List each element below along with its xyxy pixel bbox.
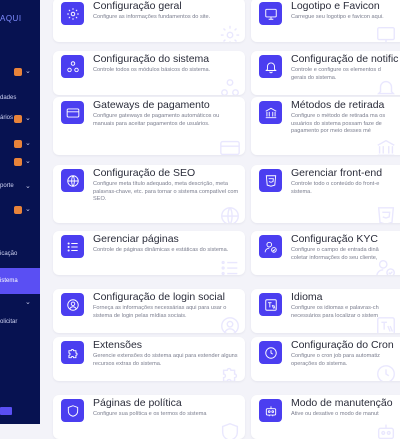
chevron-down-icon[interactable]: ⌄ bbox=[25, 183, 33, 191]
card-description: Ative ou desative o modo de manut bbox=[291, 411, 379, 417]
card-description: Forneça as informações necessárias aqui … bbox=[93, 305, 227, 319]
gear-watermark-icon bbox=[219, 24, 241, 42]
card-title: Configuração de notific bbox=[291, 53, 399, 65]
settings-grid: Configuração geral Configure as informaçõ… bbox=[40, 0, 400, 439]
user-check-watermark-icon bbox=[375, 257, 397, 275]
card-title: Configuração de login social bbox=[93, 291, 225, 303]
monitor-watermark-icon bbox=[375, 24, 397, 42]
user-check-icon bbox=[259, 235, 282, 258]
card-title: Configuração geral bbox=[93, 0, 182, 12]
settings-card-configuracao-de-login-social[interactable]: Configuração de login social Forneça as i… bbox=[53, 289, 245, 333]
settings-card-modo-de-manutencao[interactable]: Modo de manutenção Ative ou desative o mo… bbox=[251, 395, 400, 439]
sidebar-item-label[interactable]: dades bbox=[0, 95, 16, 101]
card-description: Controle todo o conteúdo do front-e sist… bbox=[291, 181, 380, 195]
settings-card-logotipo-e-favicon[interactable]: Logotipo e Favicon Carregue seu logotipo … bbox=[251, 0, 400, 42]
settings-card-metodos-de-retirada[interactable]: Métodos de retirada Configure o método de… bbox=[251, 97, 400, 155]
settings-card-configuracao-de-seo[interactable]: Configuração de SEO Configure meta título… bbox=[53, 165, 245, 223]
settings-card-idioma[interactable]: Idioma Configure os idiomas e palavras-ch… bbox=[251, 289, 400, 333]
bank-icon bbox=[259, 101, 282, 124]
chevron-down-icon[interactable]: ⌄ bbox=[25, 140, 33, 148]
card-description: Carregue seu logotipo e favicon aqui. bbox=[291, 14, 384, 20]
card-title: Idioma bbox=[291, 291, 323, 303]
user-circle-watermark-icon bbox=[219, 315, 241, 333]
sidebar: AQUI ⌄ dades ários ⌄ ⌄ ⌄ porte ⌄ ⌄ icaçã… bbox=[0, 0, 40, 424]
settings-card-configuracao-kyc[interactable]: Configuração KYC Configure o campo de ent… bbox=[251, 231, 400, 275]
card-title: Gateways de pagamento bbox=[93, 99, 210, 111]
chevron-down-icon[interactable]: ⌄ bbox=[25, 299, 33, 307]
monitor-icon bbox=[259, 2, 282, 25]
card-description: Configure as informações fundamentos do … bbox=[93, 14, 211, 20]
settings-card-configuracao-de-notific[interactable]: Configuração de notific Controle e config… bbox=[251, 51, 400, 95]
settings-card-configuracao-do-cron[interactable]: Configuração do Cron Configure o cron job… bbox=[251, 337, 400, 381]
sidebar-bottom-badge bbox=[0, 407, 12, 415]
translate-watermark-icon bbox=[375, 315, 397, 333]
card-title: Gerenciar páginas bbox=[93, 233, 179, 245]
html5-icon bbox=[259, 169, 282, 192]
card-title: Configuração do Cron bbox=[291, 339, 394, 351]
sidebar-item-label[interactable]: istema bbox=[0, 278, 18, 284]
bell-icon bbox=[259, 55, 282, 78]
settings-card-paginas-de-politica[interactable]: Páginas de política Configure sua polític… bbox=[53, 395, 245, 439]
settings-card-configuracao-do-sistema[interactable]: Configuração do sistema Controle todos os… bbox=[53, 51, 245, 95]
card-title: Extensões bbox=[93, 339, 143, 351]
sidebar-item-label[interactable]: olicitar bbox=[0, 319, 17, 325]
modules-watermark-icon bbox=[219, 77, 241, 95]
chevron-down-icon[interactable]: ⌄ bbox=[25, 68, 33, 76]
card-description: Controle de páginas dinâmicas e estática… bbox=[93, 247, 229, 253]
list-icon bbox=[61, 235, 84, 258]
bank-watermark-icon bbox=[375, 137, 397, 155]
sidebar-item-label[interactable]: icação bbox=[0, 251, 17, 257]
card-title: Páginas de política bbox=[93, 397, 182, 409]
chevron-down-icon[interactable]: ⌄ bbox=[25, 158, 33, 166]
card-description: Configure sua política e os termos do si… bbox=[93, 411, 207, 417]
robot-icon bbox=[259, 399, 282, 422]
puzzle-watermark-icon bbox=[219, 363, 241, 381]
credit-card-icon bbox=[61, 101, 84, 124]
card-title: Logotipo e Favicon bbox=[291, 0, 380, 12]
clock-watermark-icon bbox=[375, 363, 397, 381]
card-description: Controle todos os módulos básicos do sis… bbox=[93, 67, 211, 73]
shield-icon bbox=[61, 399, 84, 422]
card-description: Configure meta título adequado, meta des… bbox=[93, 181, 239, 203]
sidebar-item-label[interactable]: porte bbox=[0, 183, 14, 189]
user-circle-icon bbox=[61, 293, 84, 316]
modules-icon bbox=[61, 55, 84, 78]
card-description: Configure gateways de pagamento automáti… bbox=[93, 113, 220, 127]
sidebar-badge bbox=[14, 206, 22, 214]
list-watermark-icon bbox=[219, 257, 241, 275]
gear-icon bbox=[61, 2, 84, 25]
sidebar-brand: AQUI bbox=[0, 14, 22, 23]
card-title: Configuração de SEO bbox=[93, 167, 196, 179]
html5-watermark-icon bbox=[375, 205, 397, 223]
card-title: Gerenciar front-end bbox=[291, 167, 383, 179]
sidebar-badge bbox=[14, 115, 22, 123]
card-title: Configuração KYC bbox=[291, 233, 378, 245]
bell-watermark-icon bbox=[375, 77, 397, 95]
translate-icon bbox=[259, 293, 282, 316]
sidebar-badge bbox=[14, 158, 22, 166]
puzzle-icon bbox=[61, 341, 84, 364]
globe-watermark-icon bbox=[219, 205, 241, 223]
globe-icon bbox=[61, 169, 84, 192]
sidebar-badge bbox=[14, 68, 22, 76]
chevron-down-icon[interactable]: ⌄ bbox=[25, 206, 33, 214]
card-description: Gerencie extensões do sistema aqui para … bbox=[93, 353, 238, 367]
settings-card-gateways-de-pagamento[interactable]: Gateways de pagamento Configure gateways … bbox=[53, 97, 245, 155]
settings-card-configuracao-geral[interactable]: Configuração geral Configure as informaçõ… bbox=[53, 0, 245, 42]
sidebar-item-label[interactable]: ários bbox=[0, 115, 13, 121]
settings-card-gerenciar-front-end[interactable]: Gerenciar front-end Controle todo o conte… bbox=[251, 165, 400, 223]
settings-card-gerenciar-paginas[interactable]: Gerenciar páginas Controle de páginas din… bbox=[53, 231, 245, 275]
card-title: Métodos de retirada bbox=[291, 99, 385, 111]
sidebar-badge bbox=[14, 140, 22, 148]
card-title: Modo de manutenção bbox=[291, 397, 393, 409]
settings-card-extensoes[interactable]: Extensões Gerencie extensões do sistema a… bbox=[53, 337, 245, 381]
chevron-down-icon[interactable]: ⌄ bbox=[25, 115, 33, 123]
card-title: Configuração do sistema bbox=[93, 53, 210, 65]
clock-icon bbox=[259, 341, 282, 364]
card-description: Configure o método de retirada ma os usu… bbox=[291, 113, 386, 135]
credit-card-watermark-icon bbox=[219, 137, 241, 155]
